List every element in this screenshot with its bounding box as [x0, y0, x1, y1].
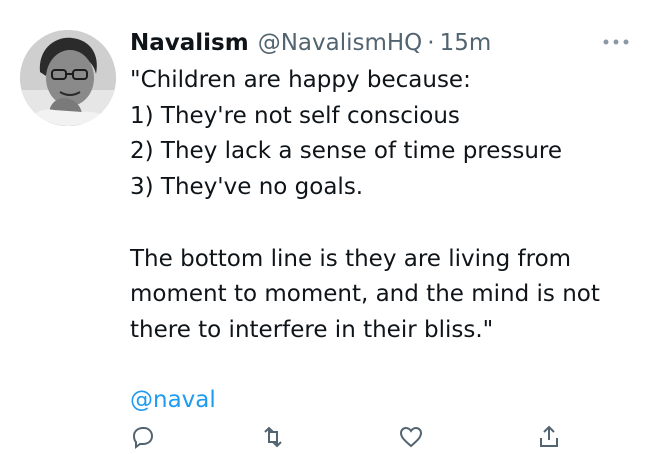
- display-name[interactable]: Navalism: [130, 26, 249, 60]
- tweet-text-line: moment to moment, and the mind is not: [130, 281, 600, 308]
- tweet[interactable]: Navalism @NavalismHQ · 15m "Children are…: [0, 0, 652, 449]
- timestamp[interactable]: 15m: [440, 26, 492, 60]
- tweet-text-line: there to interfere in their bliss.": [130, 316, 494, 343]
- share-button[interactable]: [536, 424, 562, 450]
- tweet-text-line: 2) They lack a sense of time pressure: [130, 138, 563, 165]
- reply-icon: [132, 427, 154, 449]
- tweet-text-line: "Children are happy because:: [130, 67, 471, 93]
- tweet-text: "Children are happy because: 1) They're …: [130, 63, 635, 349]
- retweet-icon: [264, 426, 282, 448]
- tweet-text-line: The bottom line is they are living from: [130, 245, 572, 272]
- tweet-header: Navalism @NavalismHQ · 15m: [130, 26, 491, 60]
- reply-button[interactable]: [130, 424, 156, 450]
- tweet-text-line: 3) They've no goals.: [130, 174, 364, 201]
- more-icon[interactable]: [602, 34, 630, 50]
- retweet-button[interactable]: [260, 424, 286, 450]
- like-button[interactable]: [398, 424, 424, 450]
- avatar[interactable]: [20, 30, 116, 126]
- action-bar: [130, 424, 610, 454]
- separator-dot: ·: [427, 30, 435, 56]
- mention-link[interactable]: @naval: [130, 382, 216, 418]
- tweet-text-line: 1) They're not self conscious: [130, 102, 460, 129]
- user-handle[interactable]: @NavalismHQ: [258, 26, 423, 60]
- avatar-photo: [20, 30, 116, 126]
- share-icon: [540, 425, 558, 447]
- heart-icon: [399, 426, 423, 448]
